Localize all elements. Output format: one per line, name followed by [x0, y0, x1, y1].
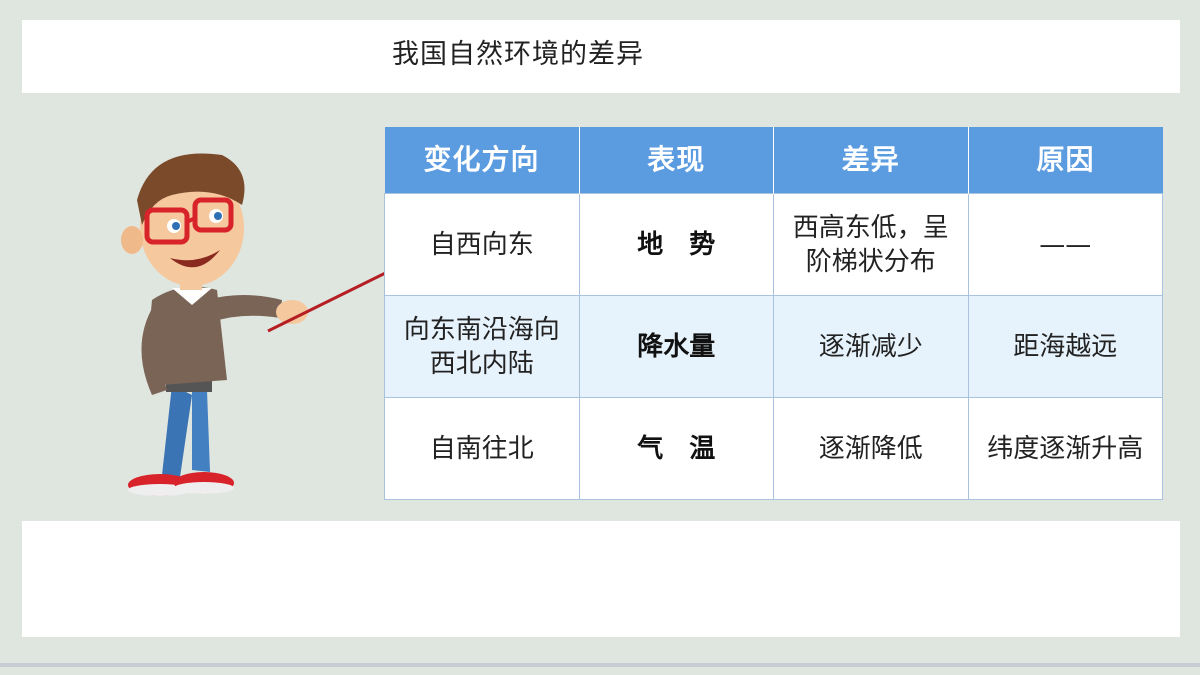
cell-aspect: 降水量 — [578, 295, 774, 398]
cell-direction: 向东南沿海向西北内陆 — [384, 295, 580, 398]
cell-difference: 逐渐降低 — [773, 397, 969, 500]
cell-aspect: 气 温 — [578, 397, 774, 500]
header-direction: 变化方向 — [384, 127, 580, 194]
cell-difference: 逐渐减少 — [773, 295, 969, 398]
teacher-illustration — [92, 140, 342, 510]
table-header-row: 变化方向 表现 差异 原因 — [384, 127, 1163, 194]
slide-title: 我国自然环境的差异 — [392, 39, 644, 70]
notes-panel — [22, 521, 1180, 637]
comparison-table: 变化方向 表现 差异 原因 自西向东 地 势 西高东低，呈阶梯状分布 —— 向东… — [384, 127, 1163, 500]
table-row: 向东南沿海向西北内陆 降水量 逐渐减少 距海越远 — [384, 295, 1163, 398]
cell-reason: 距海越远 — [967, 295, 1163, 398]
cell-direction: 自西向东 — [384, 193, 580, 296]
header-difference: 差异 — [773, 127, 969, 194]
table-row: 自西向东 地 势 西高东低，呈阶梯状分布 —— — [384, 193, 1163, 296]
bottom-divider — [0, 663, 1200, 667]
cell-aspect: 地 势 — [578, 193, 774, 296]
table-row: 自南往北 气 温 逐渐降低 纬度逐渐升高 — [384, 397, 1163, 500]
cell-direction: 自南往北 — [384, 397, 580, 500]
header-aspect: 表现 — [579, 127, 774, 194]
cell-reason: —— — [967, 193, 1163, 296]
cell-difference: 西高东低，呈阶梯状分布 — [773, 193, 969, 296]
cell-reason: 纬度逐渐升高 — [967, 397, 1163, 500]
header-reason: 原因 — [968, 127, 1163, 194]
